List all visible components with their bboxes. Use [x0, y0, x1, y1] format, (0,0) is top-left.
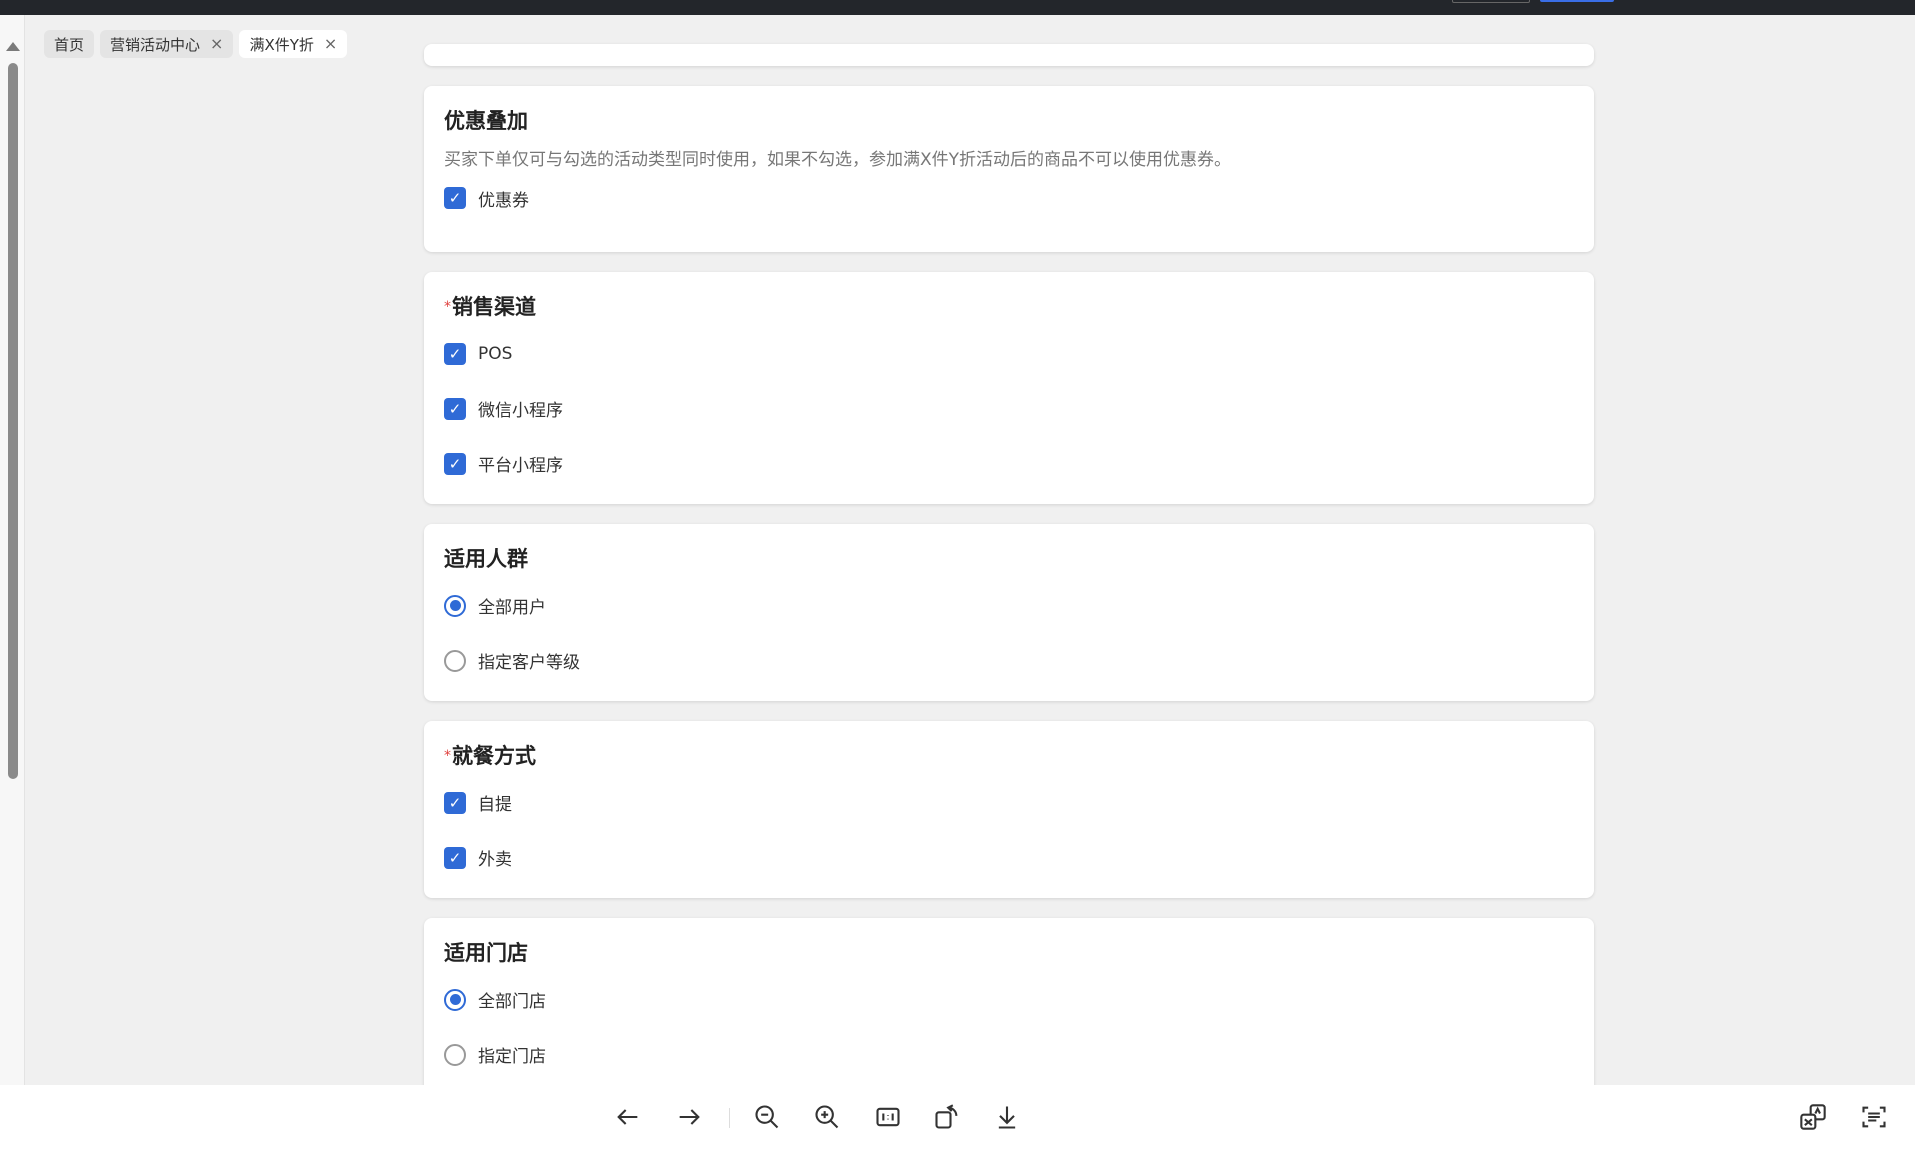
section-title-text: 就餐方式	[452, 744, 536, 768]
rotate-icon[interactable]	[929, 1099, 965, 1135]
top-bar-button-primary[interactable]	[1540, 0, 1614, 2]
checkbox-checked-icon[interactable]: ✓	[444, 187, 466, 209]
radio-unselected-icon[interactable]	[444, 1043, 466, 1066]
checkbox-checked-icon[interactable]: ✓	[444, 342, 466, 365]
checkbox-pos[interactable]: ✓ POS	[444, 326, 1574, 381]
section-title: 适用门店	[444, 941, 528, 965]
checkbox-self-pickup[interactable]: ✓ 自提	[444, 775, 1574, 830]
tab-label: 满X件Y折	[249, 35, 314, 54]
option-label: 外卖	[478, 850, 512, 870]
option-label: 全部门店	[478, 992, 546, 1012]
left-scroll-strip	[0, 15, 25, 1085]
option-label: 指定客户等级	[478, 653, 580, 673]
form-content: 优惠叠加 买家下单仅可与勾选的活动类型同时使用，如果不勾选，参加满X件Y折活动后…	[424, 44, 1594, 1138]
tab-bar: 首页 营销活动中心 × 满X件Y折 ×	[44, 30, 348, 58]
checkbox-coupon[interactable]: ✓ 优惠券	[444, 173, 1574, 223]
option-label: 全部用户	[478, 598, 546, 618]
window-top-bar	[0, 0, 1915, 15]
card-audience: 适用人群 全部用户 指定客户等级	[424, 524, 1594, 701]
option-label: 微信小程序	[478, 401, 563, 421]
checkbox-platform-mini-program[interactable]: ✓ 平台小程序	[444, 436, 1574, 491]
section-title: *就餐方式	[444, 721, 1574, 771]
arrow-right-icon[interactable]	[671, 1099, 707, 1135]
tab-label: 营销活动中心	[110, 35, 201, 54]
option-label: POS	[478, 343, 513, 364]
section-title-text: 销售渠道	[452, 295, 536, 319]
tab-home[interactable]: 首页	[44, 30, 95, 58]
text-recognition-icon[interactable]	[1856, 1099, 1892, 1135]
checkbox-checked-icon[interactable]: ✓	[444, 846, 466, 869]
checkbox-wechat-mini-program[interactable]: ✓ 微信小程序	[444, 381, 1574, 436]
section-description: 买家下单仅可与勾选的活动类型同时使用，如果不勾选，参加满X件Y折活动后的商品不可…	[444, 150, 1232, 170]
zoom-in-icon[interactable]	[809, 1099, 845, 1135]
section-title: *销售渠道	[444, 272, 1574, 322]
previous-card-remnant	[424, 44, 1594, 66]
image-viewer-toolbar	[0, 1085, 1915, 1150]
required-mark: *	[444, 748, 451, 764]
option-label: 优惠券	[478, 190, 529, 211]
tab-label: 首页	[54, 35, 85, 54]
zoom-out-icon[interactable]	[749, 1099, 785, 1135]
radio-unselected-icon[interactable]	[444, 649, 466, 672]
card-discount-stack: 优惠叠加 买家下单仅可与勾选的活动类型同时使用，如果不勾选，参加满X件Y折活动后…	[424, 86, 1594, 252]
arrow-left-icon[interactable]	[610, 1099, 646, 1135]
scrollbar-thumb[interactable]	[8, 63, 18, 779]
radio-specified-stores[interactable]: 指定门店	[444, 1027, 1574, 1082]
section-title: 优惠叠加	[444, 109, 528, 133]
card-sales-channel: *销售渠道 ✓ POS ✓ 微信小程序 ✓ 平台小程序	[424, 272, 1594, 504]
toolbar-divider	[729, 1108, 730, 1128]
option-label: 自提	[478, 795, 512, 815]
radio-selected-icon[interactable]	[444, 988, 466, 1011]
option-label: 指定门店	[478, 1047, 546, 1067]
card-dining-method: *就餐方式 ✓ 自提 ✓ 外卖	[424, 721, 1594, 898]
scroll-up-arrow-icon[interactable]	[6, 42, 20, 51]
checkbox-checked-icon[interactable]: ✓	[444, 452, 466, 475]
radio-specified-customer-level[interactable]: 指定客户等级	[444, 633, 1574, 688]
translate-icon[interactable]	[1795, 1099, 1831, 1135]
radio-all-users[interactable]: 全部用户	[444, 578, 1574, 633]
checkbox-checked-icon[interactable]: ✓	[444, 397, 466, 420]
close-icon[interactable]: ×	[324, 36, 337, 52]
tab-x-items-y-discount[interactable]: 满X件Y折 ×	[239, 30, 348, 58]
option-label: 平台小程序	[478, 456, 563, 476]
radio-all-stores[interactable]: 全部门店	[444, 972, 1574, 1027]
checkbox-checked-icon[interactable]: ✓	[444, 791, 466, 814]
radio-selected-icon[interactable]	[444, 594, 466, 617]
top-bar-button-outline[interactable]	[1452, 0, 1530, 3]
checkbox-delivery[interactable]: ✓ 外卖	[444, 830, 1574, 885]
section-title: 适用人群	[444, 547, 528, 571]
actual-size-icon[interactable]	[870, 1099, 906, 1135]
download-icon[interactable]	[989, 1099, 1025, 1135]
required-mark: *	[444, 299, 451, 315]
close-icon[interactable]: ×	[210, 36, 223, 52]
tab-marketing-center[interactable]: 营销活动中心 ×	[100, 30, 234, 58]
